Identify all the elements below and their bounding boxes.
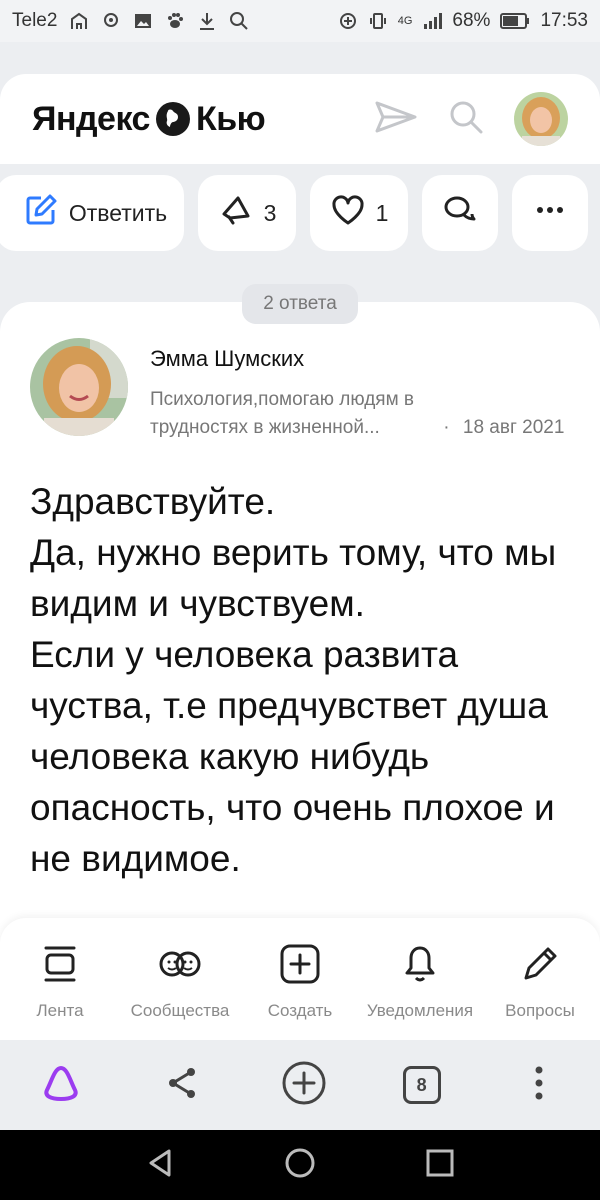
status-bar: Tele2 4G 68% 17:53 (0, 0, 600, 42)
nav-notifications[interactable]: Уведомления (360, 942, 480, 1021)
nav-create-label: Создать (267, 1001, 333, 1020)
bottom-navigation: Лента Сообщества Создать Уведомления Воп… (0, 918, 600, 1040)
user-avatar[interactable] (514, 92, 568, 146)
nav-create[interactable]: Создать (240, 942, 360, 1021)
gallery-icon (133, 11, 153, 31)
alice-icon[interactable] (38, 1060, 84, 1111)
megaphone-icon (218, 192, 254, 234)
network-type: 4G (397, 15, 413, 27)
more-button[interactable] (512, 175, 588, 251)
upvote-button[interactable]: 3 (198, 175, 296, 251)
data-saver-icon (338, 11, 358, 31)
comments-button[interactable] (422, 175, 498, 251)
upvote-count: 3 (263, 199, 277, 226)
logo-text-yandex: Яндекс (32, 99, 150, 138)
system-navigation (0, 1130, 600, 1200)
back-icon[interactable] (143, 1146, 177, 1185)
comments-icon (442, 192, 478, 234)
logo-text-kyu: Кью (195, 99, 266, 138)
nav-notifications-label: Уведомления (366, 1001, 474, 1020)
search-icon[interactable] (448, 99, 484, 140)
vibrate-icon (368, 11, 388, 31)
answer-date: 18 авг 2021 (462, 417, 565, 438)
new-tab-icon[interactable] (281, 1060, 327, 1111)
answers-count-badge: 2 ответа (242, 284, 358, 324)
nav-feed[interactable]: Лента (0, 942, 120, 1021)
recents-icon[interactable] (423, 1146, 457, 1185)
paw-icon (165, 11, 185, 31)
signal-icon (422, 11, 443, 31)
battery-percent: 68% (452, 10, 491, 31)
pencil-icon (518, 942, 562, 991)
like-button[interactable]: 1 (310, 175, 408, 251)
battery-icon (500, 11, 530, 31)
author-bio: Психология,помогаю людям в трудностях в … (150, 389, 415, 438)
nav-communities-label: Сообщества (130, 1001, 230, 1020)
bell-icon (398, 942, 442, 991)
clock: 17:53 (540, 10, 588, 31)
share-icon[interactable] (159, 1060, 205, 1111)
browser-menu-icon[interactable] (516, 1060, 562, 1111)
tabs-count: 8 (416, 1074, 427, 1095)
logo-mark-icon (155, 102, 190, 136)
answer-actions: Ответить 3 1 (0, 174, 600, 252)
reply-label: Ответить (68, 199, 168, 226)
reply-button[interactable]: Ответить (0, 175, 184, 251)
author-name[interactable]: Эмма Шумских (150, 346, 564, 372)
communities-icon (148, 942, 212, 991)
author-block[interactable]: Эмма Шумских Психология,помогаю людям в … (30, 338, 570, 442)
nav-questions-label: Вопросы (505, 1001, 575, 1020)
send-icon[interactable] (374, 99, 418, 140)
browser-toolbar: 8 (0, 1040, 600, 1130)
edit-icon (23, 192, 59, 234)
home-network-icon (69, 11, 89, 31)
app-header: Яндекс Кью (0, 74, 600, 164)
notification-icon (101, 11, 121, 31)
answer-text: Здравствуйте. Да, нужно верить тому, что… (30, 481, 557, 879)
home-icon[interactable] (283, 1146, 317, 1185)
search-status-icon (229, 11, 249, 31)
heart-icon (330, 192, 366, 234)
nav-feed-label: Лента (36, 1001, 84, 1020)
answer-card: Эмма Шумских Психология,помогаю людям в … (0, 302, 600, 1022)
download-icon (197, 11, 217, 31)
meta-separator: · (443, 417, 450, 438)
nav-communities[interactable]: Сообщества (120, 942, 240, 1021)
author-avatar[interactable] (30, 338, 128, 436)
more-dots-icon (532, 192, 568, 234)
yandex-q-logo[interactable]: Яндекс Кью (32, 99, 266, 139)
author-description: Психология,помогаю людям в трудностях в … (150, 386, 564, 442)
create-icon (275, 942, 325, 991)
tabs-counter[interactable]: 8 (402, 1066, 441, 1104)
feed-icon (38, 942, 82, 991)
like-count: 1 (375, 199, 389, 226)
nav-questions[interactable]: Вопросы (480, 942, 600, 1021)
carrier-label: Tele2 (12, 10, 58, 31)
